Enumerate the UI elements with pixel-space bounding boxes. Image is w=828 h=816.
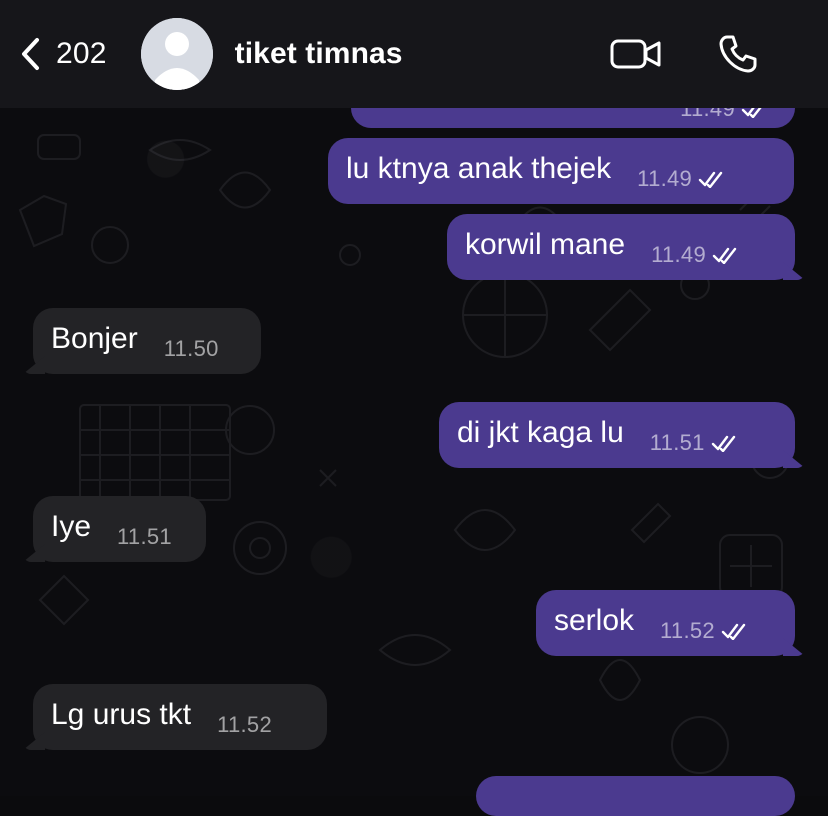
message-meta: 11.49 bbox=[637, 166, 728, 204]
double-check-icon bbox=[698, 171, 723, 188]
message-incoming[interactable]: Bonjer 11.50 bbox=[33, 308, 261, 374]
message-time: 11.51 bbox=[117, 524, 172, 549]
phone-icon bbox=[717, 33, 759, 75]
message-outgoing-partial[interactable] bbox=[476, 776, 795, 816]
message-text: lu ktnya anak thejek bbox=[346, 152, 612, 185]
unread-count: 202 bbox=[56, 37, 107, 70]
message-outgoing[interactable]: korwil mane 11.49 bbox=[447, 214, 795, 280]
message-meta: 11.52 bbox=[660, 618, 751, 656]
message-meta: 11.49 bbox=[651, 242, 742, 280]
header-actions bbox=[610, 28, 764, 80]
message-outgoing[interactable]: serlok 11.52 bbox=[536, 590, 795, 656]
message-outgoing[interactable]: di jkt kaga lu 11.51 bbox=[439, 402, 795, 468]
message-time: 11.52 bbox=[217, 712, 272, 737]
message-time: 11.51 bbox=[649, 430, 705, 455]
message-text: di jkt kaga lu bbox=[457, 416, 624, 449]
contact-name[interactable]: tiket timnas bbox=[235, 37, 610, 71]
message-meta: 11.51 bbox=[650, 430, 741, 468]
video-camera-icon bbox=[610, 37, 662, 71]
message-meta: 11.50 bbox=[164, 336, 219, 374]
video-call-button[interactable] bbox=[610, 28, 662, 80]
chevron-left-icon bbox=[18, 34, 46, 74]
avatar[interactable] bbox=[140, 18, 213, 90]
person-icon bbox=[140, 18, 213, 90]
message-text: Lg urus tkt bbox=[51, 698, 192, 731]
message-text: serlok bbox=[554, 604, 635, 637]
voice-call-button[interactable] bbox=[712, 28, 764, 80]
message-outgoing[interactable]: lu ktnya anak thejek 11.49 bbox=[328, 138, 794, 204]
double-check-icon bbox=[711, 435, 735, 452]
message-meta: 11.51 bbox=[117, 524, 172, 562]
message-time: 11.49 bbox=[637, 166, 693, 191]
double-check-icon bbox=[721, 623, 746, 640]
double-check-icon bbox=[712, 247, 737, 264]
message-incoming[interactable]: Iye 11.51 bbox=[33, 496, 206, 562]
message-meta: 11.52 bbox=[217, 712, 272, 750]
message-incoming[interactable]: Lg urus tkt 11.52 bbox=[33, 684, 327, 750]
message-text: Iye bbox=[51, 510, 92, 543]
message-time: 11.50 bbox=[163, 336, 219, 361]
message-text: korwil mane bbox=[465, 228, 626, 261]
message-time: 11.49 bbox=[651, 242, 706, 267]
message-text: Bonjer bbox=[51, 322, 138, 355]
back-button[interactable]: 202 bbox=[18, 26, 107, 82]
message-list[interactable]: 11.49 lu ktnya anak thejek 11.49 korwil … bbox=[0, 0, 828, 816]
chat-header: 202 tiket timnas bbox=[0, 0, 828, 108]
message-time: 11.52 bbox=[660, 618, 715, 643]
